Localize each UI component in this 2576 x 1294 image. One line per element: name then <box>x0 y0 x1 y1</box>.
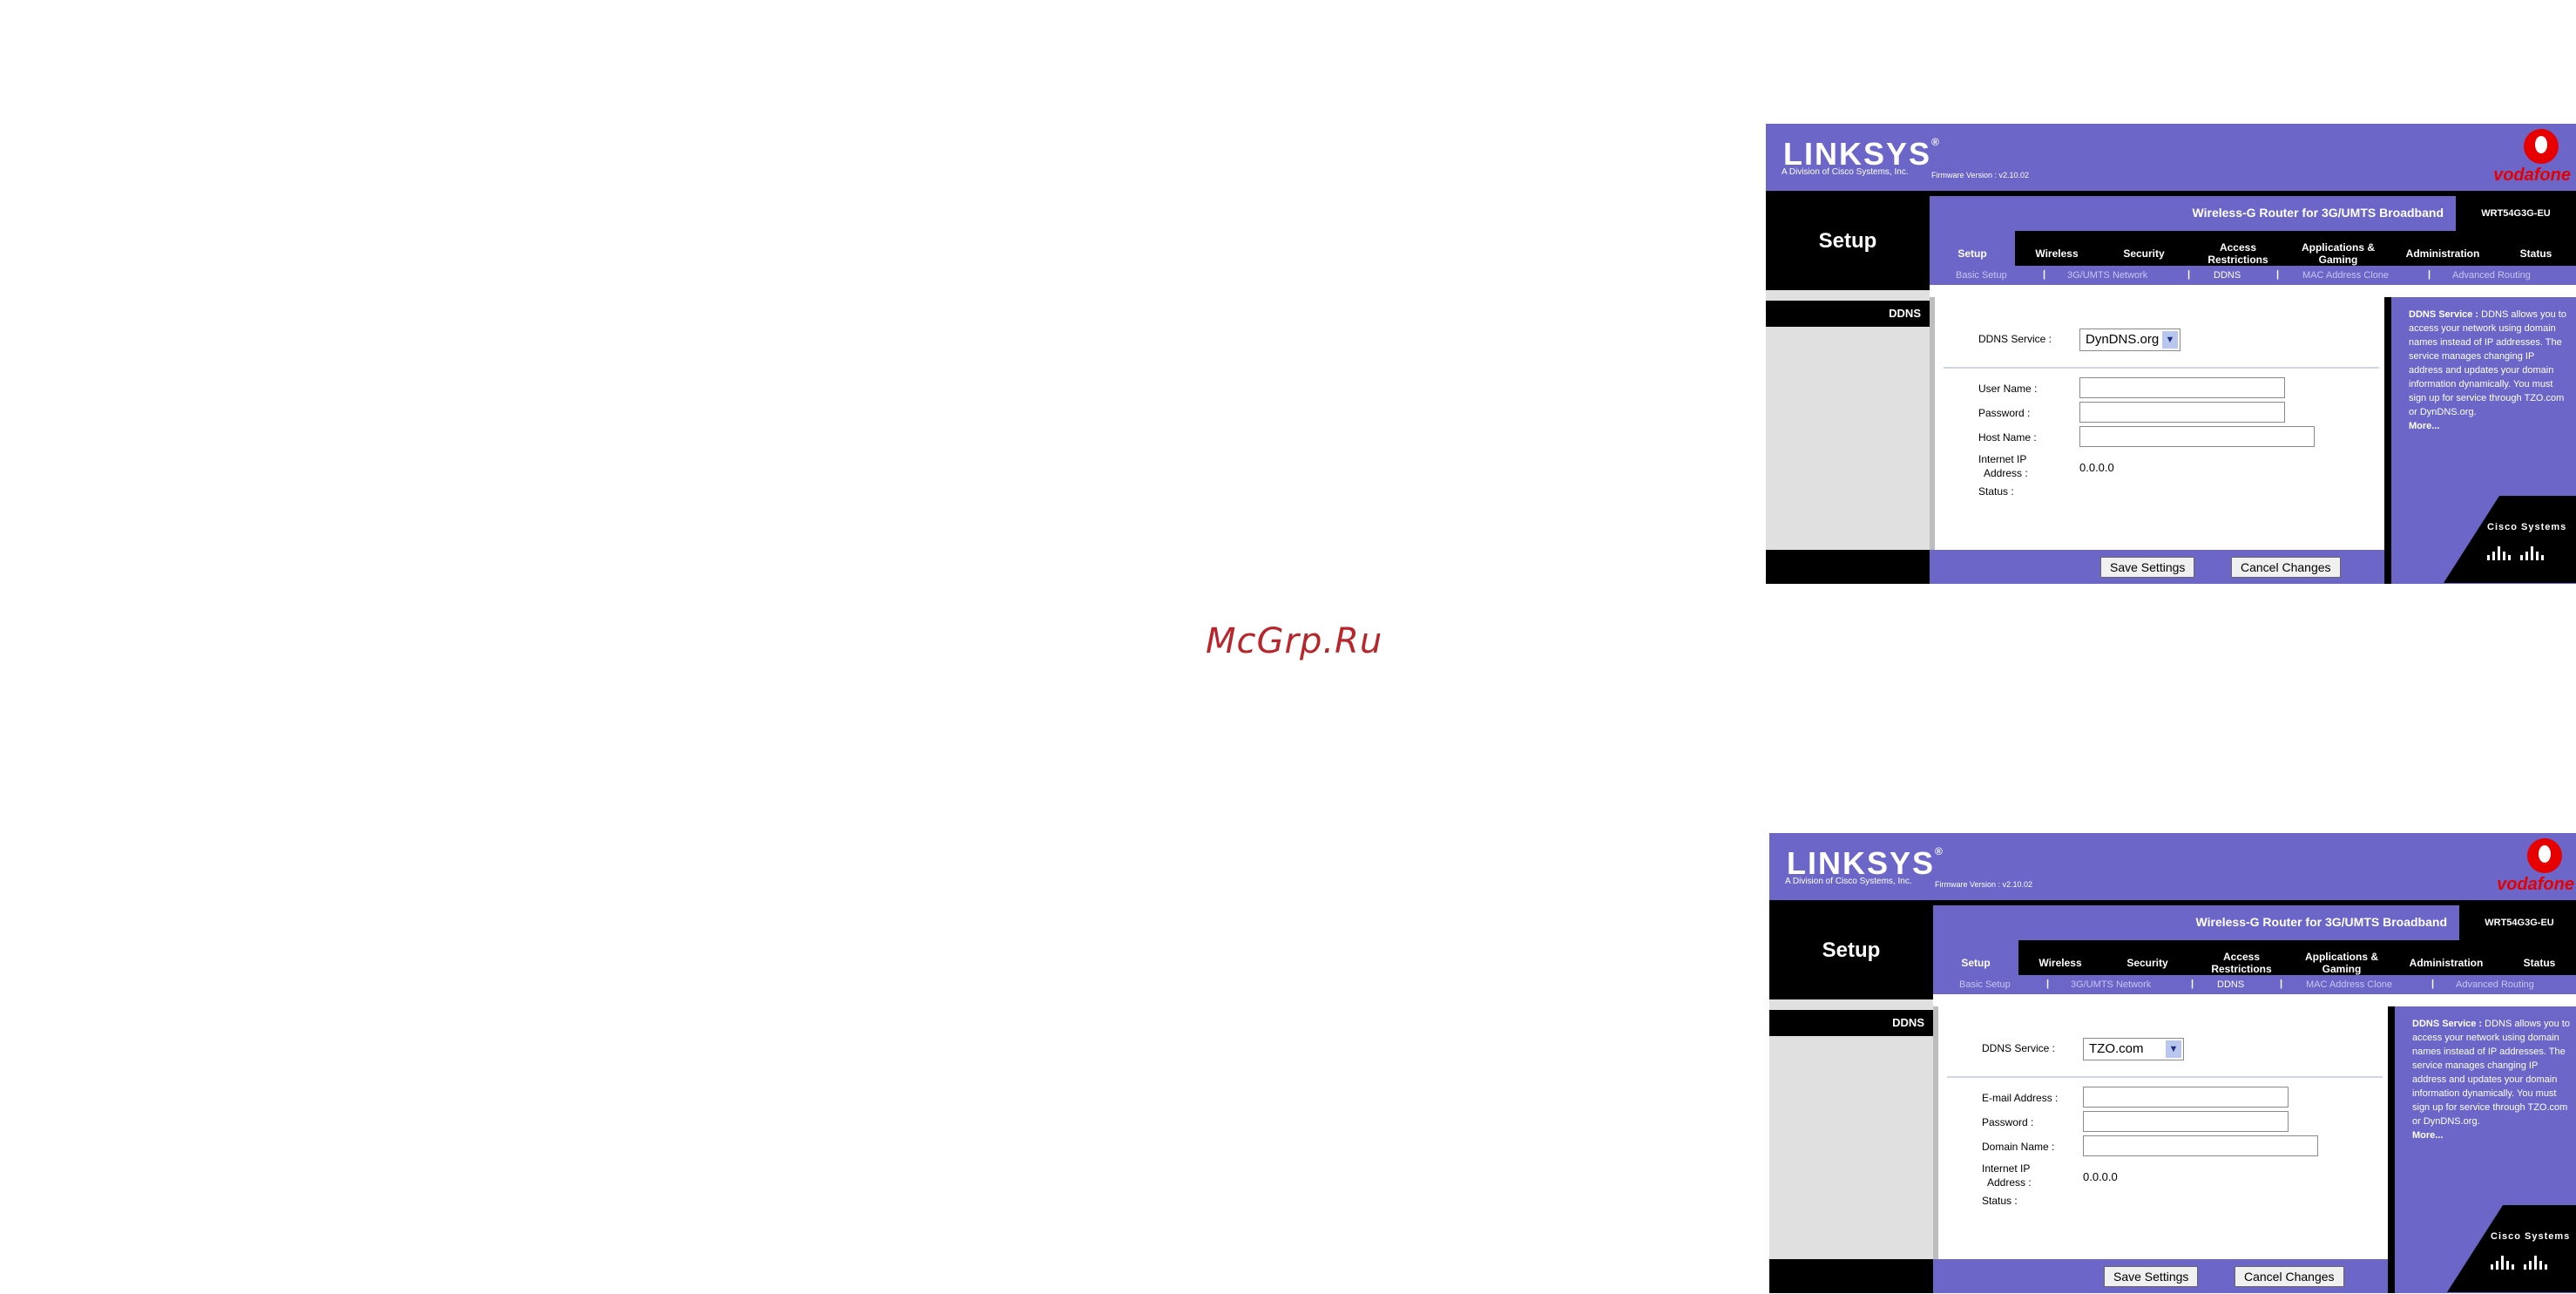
domain-name-input[interactable] <box>2083 1135 2318 1156</box>
division-text: A Division of Cisco Systems, Inc. <box>1782 167 1909 177</box>
sidebar <box>1769 999 1933 1293</box>
cisco-logo: Cisco Systems <box>2491 1231 2571 1242</box>
cisco-logo: Cisco Systems <box>2487 522 2567 532</box>
ddns-service-value: TZO.com <box>2089 1041 2144 1056</box>
divider <box>1947 1076 2383 1078</box>
router-screen-tzo: LINKSYS® A Division of Cisco Systems, In… <box>1769 833 2576 1293</box>
header: LINKSYS® A Division of Cisco Systems, In… <box>1769 833 2576 900</box>
more-link[interactable]: More... <box>2412 1128 2574 1142</box>
subtab-3g-umts-network[interactable]: 3G/UMTS Network <box>2071 979 2151 990</box>
vodafone-logo-icon <box>2524 129 2559 164</box>
help-text: DDNS Service : DDNS allows you to access… <box>2412 1017 2574 1142</box>
sub-tabs: Basic Setup | 3G/UMTS Network | DDNS | M… <box>1933 975 2576 994</box>
host-name-input[interactable] <box>2079 426 2315 447</box>
model-number: WRT54G3G-EU <box>2459 905 2576 940</box>
vodafone-wordmark: vodafone <box>2493 166 2571 185</box>
section-title: Setup <box>1818 229 1877 253</box>
email-address-input[interactable] <box>2083 1087 2289 1108</box>
internet-ip-label: Internet IP Address : <box>1978 453 2028 479</box>
ddns-service-select[interactable]: TZO.com ▼ <box>2083 1038 2184 1060</box>
subtab-basic-setup[interactable]: Basic Setup <box>1956 270 2007 281</box>
help-panel: DDNS Service : DDNS allows you to access… <box>2388 1006 2576 1293</box>
ddns-service-select[interactable]: DynDNS.org ▼ <box>2079 329 2180 351</box>
subtab-mac-address-clone[interactable]: MAC Address Clone <box>2306 979 2392 990</box>
password-label: Password : <box>1982 1116 2034 1128</box>
password-input[interactable] <box>2083 1111 2289 1132</box>
footer-bar: Save Settings Cancel Changes <box>1933 1259 2388 1293</box>
vodafone-logo-icon <box>2527 838 2562 873</box>
product-bar: Wireless-G Router for 3G/UMTS Broadband <box>1933 905 2459 940</box>
section-title-box: Setup <box>1769 905 1933 999</box>
cancel-changes-button[interactable]: Cancel Changes <box>2231 557 2341 578</box>
user-name-input[interactable] <box>2079 377 2285 398</box>
save-settings-button[interactable]: Save Settings <box>2104 1266 2199 1287</box>
help-text: DDNS Service : DDNS allows you to access… <box>2409 308 2571 433</box>
password-label: Password : <box>1978 407 2031 419</box>
subtab-3g-umts-network[interactable]: 3G/UMTS Network <box>2067 270 2147 281</box>
subtab-ddns[interactable]: DDNS <box>2214 270 2241 281</box>
cancel-changes-button[interactable]: Cancel Changes <box>2235 1266 2344 1287</box>
footer-bar: Save Settings Cancel Changes <box>1930 550 2384 584</box>
subtab-advanced-routing[interactable]: Advanced Routing <box>2456 979 2534 990</box>
internet-ip-value: 0.0.0.0 <box>2079 461 2114 474</box>
vodafone-wordmark: vodafone <box>2497 875 2574 894</box>
status-label: Status : <box>1982 1195 2018 1207</box>
section-title: Setup <box>1822 938 1881 962</box>
internet-ip-label: Internet IP Address : <box>1982 1162 2032 1189</box>
ddns-service-label: DDNS Service : <box>1978 333 2052 345</box>
host-name-label: Host Name : <box>1978 431 2037 444</box>
model-number: WRT54G3G-EU <box>2456 196 2576 231</box>
division-text: A Division of Cisco Systems, Inc. <box>1785 877 1912 886</box>
sub-tabs: Basic Setup | 3G/UMTS Network | DDNS | M… <box>1930 266 2576 285</box>
ddns-form: DDNS Service : DynDNS.org ▼ User Name : … <box>1930 297 2390 550</box>
internet-ip-value: 0.0.0.0 <box>2083 1170 2118 1183</box>
firmware-version: Firmware Version : v2.10.02 <box>1931 171 2030 180</box>
subtab-basic-setup[interactable]: Basic Setup <box>1959 979 2011 990</box>
product-name: Wireless-G Router for 3G/UMTS Broadband <box>2195 915 2447 929</box>
subtab-mac-address-clone[interactable]: MAC Address Clone <box>2302 270 2389 281</box>
help-panel: DDNS Service : DDNS allows you to access… <box>2384 297 2576 584</box>
ddns-form: DDNS Service : TZO.com ▼ E-mail Address … <box>1933 1006 2393 1259</box>
password-input[interactable] <box>2079 402 2285 423</box>
chevron-down-icon: ▼ <box>2166 1040 2181 1058</box>
chevron-down-icon: ▼ <box>2162 331 2178 349</box>
more-link[interactable]: More... <box>2409 419 2571 433</box>
subtab-ddns[interactable]: DDNS <box>2217 979 2244 990</box>
save-settings-button[interactable]: Save Settings <box>2100 557 2195 578</box>
router-screen-dyndns: LINKSYS® A Division of Cisco Systems, In… <box>1766 124 2576 584</box>
ddns-service-value: DynDNS.org <box>2086 332 2160 347</box>
product-name: Wireless-G Router for 3G/UMTS Broadband <box>2192 206 2444 220</box>
section-title-box: Setup <box>1766 196 1930 290</box>
sidebar-section-label: DDNS <box>1766 301 1930 327</box>
product-bar: Wireless-G Router for 3G/UMTS Broadband <box>1930 196 2456 231</box>
cisco-bridge-icon <box>2491 1256 2547 1270</box>
firmware-version: Firmware Version : v2.10.02 <box>1935 880 2033 889</box>
subtab-advanced-routing[interactable]: Advanced Routing <box>2452 270 2531 281</box>
user-name-label: User Name : <box>1978 383 2038 395</box>
email-address-label: E-mail Address : <box>1982 1092 2059 1104</box>
watermark-text: McGrp.Ru <box>1206 621 1383 661</box>
cisco-bridge-icon <box>2487 546 2544 560</box>
divider <box>1944 367 2379 369</box>
domain-name-label: Domain Name : <box>1982 1141 2055 1153</box>
status-label: Status : <box>1978 485 2014 498</box>
sidebar <box>1766 290 1930 584</box>
ddns-service-label: DDNS Service : <box>1982 1042 2056 1054</box>
sidebar-section-label: DDNS <box>1769 1010 1933 1036</box>
header: LINKSYS® A Division of Cisco Systems, In… <box>1766 124 2576 191</box>
